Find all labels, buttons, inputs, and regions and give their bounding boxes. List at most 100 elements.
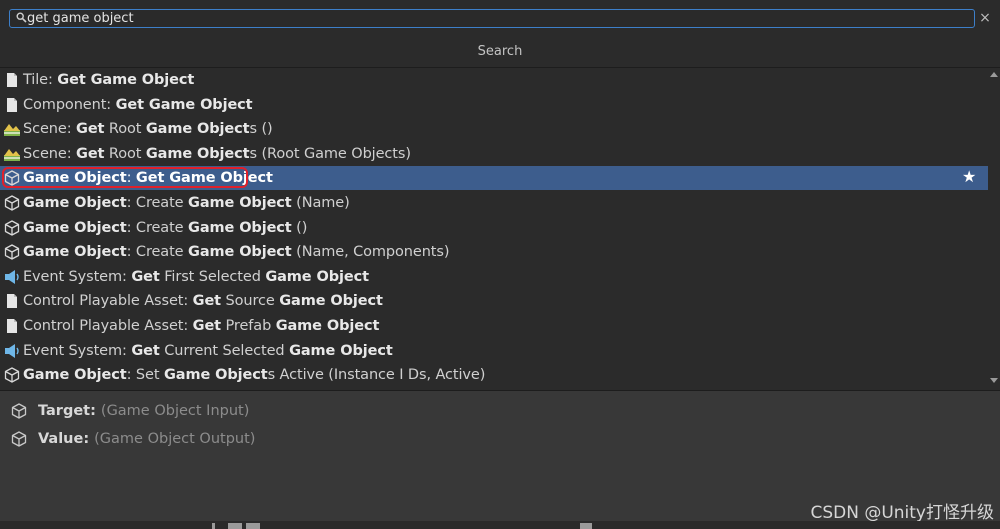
clear-search-button[interactable]: × <box>977 10 993 27</box>
result-label-match: Game Object <box>145 145 250 162</box>
result-label-match: Game Object <box>188 195 292 211</box>
result-label-match: Game Object <box>23 219 127 236</box>
result-label-match: Game Object <box>23 244 127 261</box>
result-label-text: Control Playable Asset: <box>23 318 193 334</box>
result-label-text: First Selected <box>159 268 266 285</box>
result-row[interactable]: Game Object: Create Game Object (Name, C… <box>0 240 988 264</box>
result-label-match: Get <box>131 268 160 285</box>
result-row[interactable]: Event System: Get First Selected Game Ob… <box>0 265 988 289</box>
result-label-text: Source <box>221 293 280 310</box>
result-label-match: Get <box>192 318 222 334</box>
cube-icon <box>11 403 27 419</box>
strip-mark <box>212 523 215 529</box>
cube-icon <box>3 366 21 384</box>
watermark: CSDN @Unity打怪升级 <box>810 503 994 523</box>
result-label-text: Scene: <box>23 121 77 138</box>
result-label: Component: Get Game Object <box>23 97 253 113</box>
result-label: Event System: Get First Selected Game Ob… <box>23 269 369 285</box>
result-label: Game Object: Create Game Object (Name, C… <box>23 244 450 261</box>
result-label-text: : <box>126 170 136 187</box>
result-row[interactable]: Component: Get Game Object <box>0 93 988 117</box>
result-label: Control Playable Asset: Get Source Game … <box>23 293 383 309</box>
result-label-text: (Name, Components) <box>291 244 450 261</box>
result-label-text: Tile: <box>23 72 58 88</box>
result-label-match: Get <box>76 121 105 138</box>
result-label-match: Game Object <box>289 342 393 359</box>
scroll-up-arrow[interactable] <box>990 72 998 77</box>
result-label-text: : Create <box>126 244 189 261</box>
result-label-match: Game Object <box>163 367 268 384</box>
event-system-icon <box>3 342 21 360</box>
search-input[interactable] <box>27 10 967 27</box>
result-label-text: () <box>291 219 308 236</box>
result-label-text: s (Root Game Objects) <box>249 145 412 162</box>
result-label-text: Component: <box>23 96 116 113</box>
result-label-text: : Create <box>126 195 189 211</box>
result-label-text: Root <box>104 121 146 138</box>
result-row-selected[interactable]: Game Object: Get Game Object ★ <box>0 166 988 191</box>
result-label-match: Game Object <box>275 318 380 334</box>
result-row[interactable]: Event System: Get Current Selected Game … <box>0 339 988 363</box>
result-label: Scene: Get Root Game Objects () <box>23 121 273 137</box>
result-row[interactable]: Control Playable Asset: Get Source Game … <box>0 289 988 313</box>
document-icon <box>3 317 21 335</box>
cube-icon <box>3 169 21 187</box>
search-header-title: Search <box>477 44 523 59</box>
result-label-text: Event System: <box>23 342 132 359</box>
result-label-match: Game Object <box>265 268 369 285</box>
result-row[interactable]: Game Object: Create Game Object (Name) <box>0 191 988 215</box>
result-label-text: (Name) <box>291 195 350 211</box>
result-label-match: Get <box>192 293 222 310</box>
result-label-text: Scene: <box>23 145 77 162</box>
favorite-star-icon[interactable]: ★ <box>962 168 978 186</box>
scene-icon <box>3 120 21 138</box>
result-label-match: Game Object <box>23 367 127 384</box>
detail-target-key: Target: <box>38 403 96 419</box>
detail-value-key: Value: <box>38 431 90 447</box>
scroll-down-arrow[interactable] <box>990 378 998 383</box>
result-row[interactable]: Control Playable Asset: Get Prefab Game … <box>0 314 988 338</box>
document-icon <box>3 292 21 310</box>
strip-mark <box>228 523 242 529</box>
result-label: Tile: Get Game Object <box>23 72 194 88</box>
result-row[interactable]: Game Object: Set Game Objects Active (In… <box>0 363 988 387</box>
search-icon <box>16 12 27 23</box>
result-label-match: Game Object <box>188 244 292 261</box>
cube-icon <box>3 194 21 212</box>
result-label-match: Get <box>76 145 105 162</box>
cube-icon <box>3 219 21 237</box>
bottom-toolbar-strip <box>0 521 1000 529</box>
result-row[interactable]: Tile: Get Game Object <box>0 68 988 92</box>
result-label: Event System: Get Current Selected Game … <box>23 343 393 359</box>
search-bar[interactable] <box>9 9 975 28</box>
result-row[interactable]: Game Object: Create Game Object () <box>0 216 988 240</box>
result-label-text: Current Selected <box>159 342 290 359</box>
result-label-match: Game Object <box>23 170 127 187</box>
result-label-match: Get Game Object <box>135 170 273 187</box>
result-label-text: : Set <box>126 367 164 384</box>
scene-icon <box>3 145 21 163</box>
result-row[interactable]: Scene: Get Root Game Objects () <box>0 117 988 141</box>
results-list: Tile: Get Game Object Component: Get Game… <box>0 68 988 389</box>
result-row[interactable]: Scene: Get Root Game Objects (Root Game … <box>0 142 988 166</box>
result-label-text: Root <box>104 145 146 162</box>
strip-mark <box>580 523 592 529</box>
detail-value-value: (Game Object Output) <box>94 431 256 447</box>
scrollbar[interactable] <box>988 68 1000 389</box>
result-label-text: Prefab <box>221 318 276 334</box>
result-label-match: Game Object <box>279 293 383 310</box>
result-label-match: Game Object <box>145 121 250 138</box>
result-label-match: Get Game Object <box>57 72 195 88</box>
result-label-text: : Create <box>126 219 189 236</box>
result-label-text: s () <box>249 121 273 138</box>
result-label: Game Object: Create Game Object () <box>23 220 307 236</box>
document-icon <box>3 96 21 114</box>
detail-target-row: Target: (Game Object Input) <box>10 400 249 422</box>
result-label: Game Object: Create Game Object (Name) <box>23 195 350 211</box>
result-label-text: Event System: <box>23 268 132 285</box>
result-label-match: Game Object <box>23 195 127 211</box>
cube-icon <box>11 431 27 447</box>
result-label: Scene: Get Root Game Objects (Root Game … <box>23 146 411 162</box>
result-label-match: Game Object <box>188 219 292 236</box>
document-icon <box>3 71 21 89</box>
